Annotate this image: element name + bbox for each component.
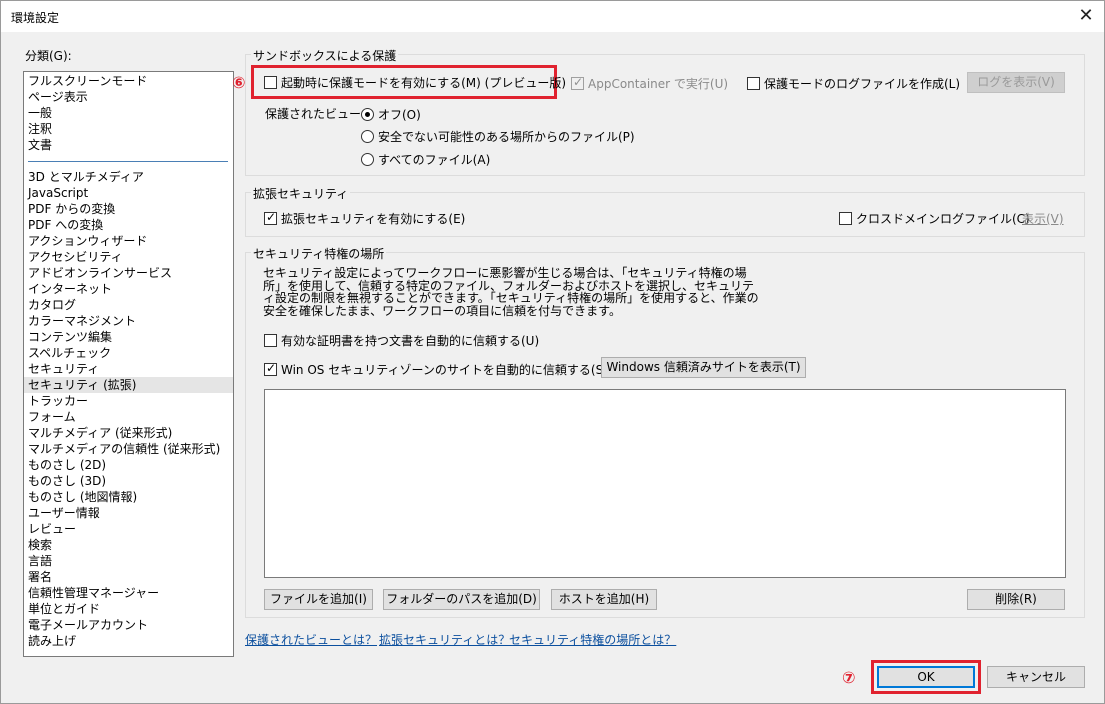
- category-item[interactable]: 文書: [28, 137, 52, 153]
- category-item[interactable]: アクションウィザード: [28, 233, 147, 249]
- category-item[interactable]: インターネット: [28, 281, 112, 297]
- show-trusted-sites-button[interactable]: Windows 信頼済みサイトを表示(T): [601, 357, 806, 378]
- checkbox-icon: [571, 75, 584, 90]
- close-icon[interactable]: ✕: [1074, 4, 1098, 28]
- category-item[interactable]: ページ表示: [28, 89, 88, 105]
- annotation-marker-6: ⑥: [232, 73, 246, 92]
- categories-label: 分類(G):: [25, 49, 72, 63]
- add-folder-path-button[interactable]: フォルダーのパスを追加(D): [383, 589, 540, 610]
- trust-winos-zone-label: Win OS セキュリティゾーンのサイトを自動的に信頼する(S): [281, 363, 608, 377]
- trust-certified-label: 有効な証明書を持つ文書を自動的に信頼する(U): [281, 334, 540, 348]
- enhanced-security-help-link[interactable]: 拡張セキュリティとは？: [379, 631, 510, 648]
- category-item[interactable]: 信頼性管理マネージャー: [28, 585, 159, 601]
- title-bar: 環境設定 ✕: [1, 1, 1104, 32]
- category-item[interactable]: 読み上げ: [28, 633, 76, 649]
- category-item[interactable]: 一般: [28, 105, 52, 121]
- protected-view-help-link[interactable]: 保護されたビューとは？: [245, 631, 377, 648]
- enhanced-security-checkbox[interactable]: 拡張セキュリティを有効にする(E): [264, 210, 465, 227]
- categories-list[interactable]: フルスクリーンモード ページ表示 一般 注釈 文書 3D とマルチメディア Ja…: [23, 71, 234, 657]
- category-divider: [28, 161, 228, 162]
- log-file-label: 保護モードのログファイルを作成(L): [764, 77, 961, 91]
- checkbox-icon: [839, 212, 852, 225]
- trust-certified-checkbox[interactable]: 有効な証明書を持つ文書を自動的に信頼する(U): [264, 332, 539, 349]
- category-item[interactable]: 電子メールアカウント: [28, 617, 148, 633]
- show-crossdomain-link: 表示(V): [1022, 212, 1064, 226]
- protected-view-option-unsafe[interactable]: 安全でない可能性のある場所からのファイル(P): [361, 128, 635, 145]
- category-item[interactable]: ユーザー情報: [28, 505, 100, 521]
- category-item[interactable]: ものさし (2D): [28, 457, 106, 473]
- category-item[interactable]: ものさし (3D): [28, 473, 106, 489]
- radio-label: オフ(O): [378, 108, 421, 122]
- crossdomain-log-checkbox[interactable]: クロスドメインログファイル(C): [839, 210, 1030, 227]
- checkbox-icon: [264, 76, 277, 89]
- protected-mode-label: 起動時に保護モードを有効にする(M) (プレビュー版): [281, 76, 567, 90]
- category-item[interactable]: アドビオンラインサービス: [28, 265, 172, 281]
- category-item[interactable]: ものさし (地図情報): [28, 489, 137, 505]
- privileged-locations-list[interactable]: [264, 389, 1066, 578]
- category-item[interactable]: コンテンツ編集: [28, 329, 112, 345]
- category-item[interactable]: PDF からの変換: [28, 201, 115, 217]
- show-log-button: ログを表示(V): [967, 72, 1065, 93]
- log-file-checkbox[interactable]: 保護モードのログファイルを作成(L): [747, 75, 960, 92]
- add-host-button[interactable]: ホストを追加(H): [551, 589, 657, 610]
- radio-icon: [361, 130, 374, 143]
- category-item[interactable]: フルスクリーンモード: [28, 73, 147, 89]
- protected-view-label: 保護されたビュー: [265, 107, 362, 121]
- add-file-button[interactable]: ファイルを追加(I): [264, 589, 373, 610]
- annotation-marker-7: ⑦: [842, 668, 856, 687]
- radio-icon: [361, 153, 374, 166]
- checkbox-icon: [264, 210, 277, 225]
- preferences-dialog: 環境設定 ✕ 分類(G): フルスクリーンモード ページ表示 一般 注釈 文書 …: [0, 0, 1105, 704]
- enhanced-security-label: 拡張セキュリティを有効にする(E): [281, 212, 466, 226]
- checkbox-icon: [264, 334, 277, 347]
- category-item[interactable]: 言語: [28, 553, 52, 569]
- category-item[interactable]: セキュリティ: [28, 361, 99, 377]
- sandbox-group-title: サンドボックスによる保護: [251, 47, 399, 64]
- protected-mode-checkbox[interactable]: 起動時に保護モードを有効にする(M) (プレビュー版): [264, 74, 566, 91]
- category-item[interactable]: 3D とマルチメディア: [28, 169, 144, 185]
- radio-icon: [361, 108, 374, 121]
- category-item[interactable]: アクセシビリティ: [28, 249, 123, 265]
- checkbox-icon: [747, 77, 760, 90]
- category-item[interactable]: カタログ: [28, 297, 76, 313]
- category-item[interactable]: 注釈: [28, 121, 52, 137]
- protected-view-option-off[interactable]: オフ(O): [361, 106, 421, 123]
- category-item[interactable]: 検索: [28, 537, 52, 553]
- category-item[interactable]: マルチメディアの信頼性 (従来形式): [28, 441, 220, 457]
- category-item[interactable]: 署名: [28, 569, 52, 585]
- window-title: 環境設定: [11, 11, 60, 25]
- checkbox-icon: [264, 361, 277, 376]
- category-item-selected[interactable]: セキュリティ (拡張): [24, 377, 233, 393]
- category-item[interactable]: JavaScript: [28, 185, 88, 201]
- appcontainer-label: AppContainer で実行(U): [588, 77, 729, 91]
- category-item[interactable]: フォーム: [28, 409, 76, 425]
- cancel-button[interactable]: キャンセル: [987, 666, 1085, 688]
- trust-winos-zone-checkbox[interactable]: Win OS セキュリティゾーンのサイトを自動的に信頼する(S): [264, 361, 608, 378]
- crossdomain-log-label: クロスドメインログファイル(C): [856, 212, 1030, 226]
- category-item[interactable]: マルチメディア (従来形式): [28, 425, 172, 441]
- category-item[interactable]: レビュー: [28, 521, 76, 537]
- enhanced-security-title: 拡張セキュリティ: [251, 185, 351, 202]
- category-item[interactable]: 単位とガイド: [28, 601, 100, 617]
- appcontainer-checkbox: AppContainer で実行(U): [571, 75, 728, 92]
- privileged-locations-help-link[interactable]: セキュリティ特権の場所とは？: [509, 631, 676, 648]
- category-item[interactable]: PDF への変換: [28, 217, 103, 233]
- ok-button[interactable]: OK: [877, 666, 975, 688]
- delete-button[interactable]: 削除(R): [967, 589, 1065, 610]
- category-item[interactable]: カラーマネジメント: [28, 313, 136, 329]
- radio-label: 安全でない可能性のある場所からのファイル(P): [378, 130, 635, 144]
- radio-label: すべてのファイル(A): [378, 153, 491, 167]
- privileged-locations-title: セキュリティ特権の場所: [251, 245, 387, 262]
- category-item[interactable]: トラッカー: [28, 393, 88, 409]
- protected-view-option-all[interactable]: すべてのファイル(A): [361, 151, 490, 168]
- privileged-description: セキュリティ設定によってワークフローに悪影響が生じる場合は、「セキュリティ特権の…: [263, 266, 759, 318]
- category-item[interactable]: スペルチェック: [28, 345, 111, 361]
